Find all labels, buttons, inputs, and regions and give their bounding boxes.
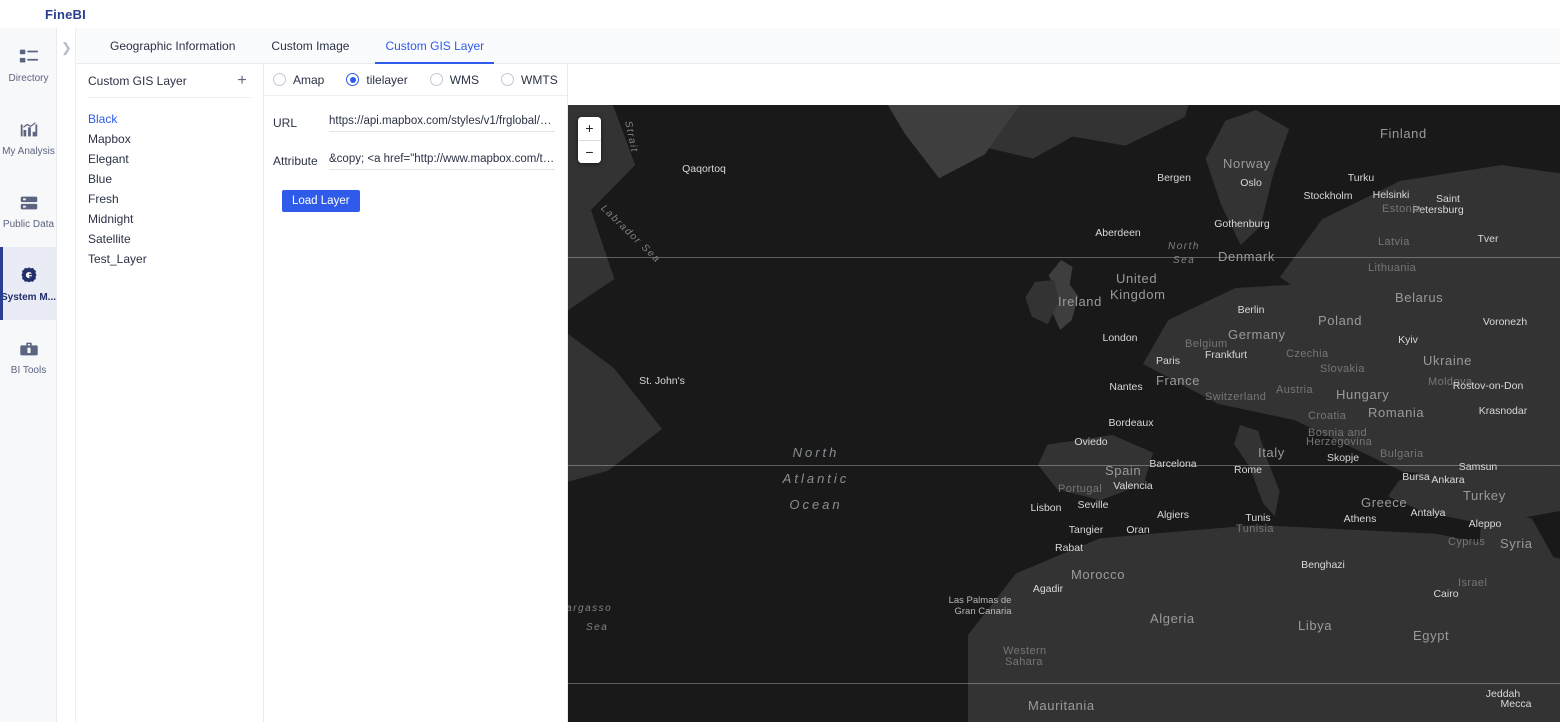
map-label: Nantes [1109, 381, 1143, 393]
map-label: Seville [1077, 499, 1109, 511]
database-icon [18, 192, 40, 214]
layer-type-radio-group: Amap tilelayer WMS WMTS [264, 64, 567, 96]
tab-geographic-information[interactable]: Geographic Information [92, 28, 253, 64]
analysis-chart-icon [18, 119, 40, 141]
top-bar: FineBI [0, 0, 1560, 28]
load-layer-button[interactable]: Load Layer [282, 190, 360, 212]
zoom-out-button[interactable]: − [578, 140, 601, 163]
map-label: Barcelona [1149, 458, 1197, 470]
radio-label: WMTS [521, 72, 558, 87]
sidebar-item-system-m[interactable]: System M... [0, 247, 57, 320]
layer-panel-title: Custom GIS Layer [88, 73, 187, 88]
radio-wms[interactable]: WMS [429, 72, 480, 87]
layer-panel-header: Custom GIS Layer + [88, 64, 251, 98]
list-item[interactable]: Satellite [88, 229, 251, 249]
map-landmass [1234, 425, 1280, 517]
list-item[interactable]: Mapbox [88, 129, 251, 149]
map-preview[interactable]: Strait Qaqortoq Labrador Sea St. John's Nort… [568, 105, 1560, 722]
map-label: Tangier [1068, 524, 1104, 536]
radio-dot-icon [429, 73, 443, 86]
map-label: Bergen [1157, 172, 1191, 184]
map-label: Skopje [1326, 452, 1360, 464]
sidebar-item-bi-tools[interactable]: BI Tools [0, 320, 57, 393]
map-landmass [1038, 435, 1154, 501]
tab-custom-gis-layer[interactable]: Custom GIS Layer [367, 28, 502, 64]
radio-label: Amap [293, 72, 325, 87]
radio-dot-icon [501, 73, 515, 86]
url-field-row: URL [273, 114, 555, 132]
layer-list: Black Mapbox Elegant Blue Fresh Midnight Satel… [88, 98, 251, 269]
map-graticule-line [568, 257, 1560, 258]
radio-wmts[interactable]: WMTS [501, 73, 558, 87]
list-item[interactable]: Elegant [88, 149, 251, 169]
map-label: North [792, 445, 840, 460]
map-label: Algiers [1156, 509, 1190, 521]
sidebar-item-my-analysis[interactable]: My Analysis [0, 101, 57, 174]
finebi-app: FineBI Directory My Analysis Public Data Sy… [0, 0, 1560, 722]
map-label: North [1168, 241, 1200, 252]
radio-label: tilelayer [366, 72, 408, 87]
map-zoom-controls: + − [578, 117, 601, 163]
sidebar-item-public-data[interactable]: Public Data [0, 174, 57, 247]
tab-bar: Geographic Information Custom Image Custom… [76, 28, 1560, 64]
toolbox-icon [18, 338, 40, 360]
map-label: United [1116, 271, 1158, 286]
sidebar-item-label: Directory [8, 72, 49, 84]
attribute-field-row: Attribute [273, 152, 555, 170]
chevron-right-icon[interactable]: ❯ [61, 40, 75, 56]
map-landmass [968, 525, 1560, 722]
map-label: London [1102, 332, 1138, 344]
map-landmass [568, 315, 662, 496]
map-label: Athens [1343, 513, 1377, 525]
map-label: St. John's [639, 375, 685, 387]
map-label: Qaqortoq [682, 163, 726, 175]
url-label: URL [273, 116, 298, 130]
map-landmass [1205, 110, 1290, 245]
list-item[interactable]: Fresh [88, 189, 251, 209]
map-label: Aberdeen [1095, 227, 1141, 239]
map-label: Bordeaux [1108, 417, 1154, 429]
map-label: Tunis [1245, 512, 1271, 524]
map-label: Stockholm [1303, 190, 1353, 202]
map-graticule-line [568, 465, 1560, 466]
map-label: Atlantic [782, 471, 850, 486]
list-item[interactable]: Test_Layer [88, 249, 251, 269]
sidebar-item-label: Public Data [2, 218, 55, 230]
sidebar-item-label: System M... [0, 291, 57, 303]
app-logo: FineBI [45, 6, 86, 22]
left-nav-rail: Directory My Analysis Public Data System M.… [0, 28, 57, 722]
sidebar-item-label: My Analysis [2, 145, 55, 157]
map-label: Lisbon [1030, 502, 1062, 514]
sidebar-item-directory[interactable]: Directory [0, 28, 57, 101]
map-label: Sea [586, 622, 609, 633]
list-item[interactable]: Black [88, 109, 251, 129]
list-item[interactable]: Midnight [88, 209, 251, 229]
radio-dot-icon [273, 73, 286, 86]
radio-tilelayer[interactable]: tilelayer [346, 72, 408, 87]
radio-label: WMS [449, 72, 480, 87]
map-label: Sargasso [568, 603, 613, 614]
sidebar-item-label: BI Tools [10, 364, 47, 376]
layer-fields: URL Attribute Load Layer [264, 96, 567, 212]
gear-icon [18, 265, 40, 287]
url-input[interactable] [329, 114, 555, 132]
attribute-input[interactable] [329, 152, 555, 170]
directory-icon [18, 46, 40, 68]
custom-gis-layer-panel: Custom GIS Layer + Black Mapbox Elegant Blu… [76, 64, 264, 722]
panel-collapse-column: ❯ [57, 28, 76, 722]
tab-custom-image[interactable]: Custom Image [253, 28, 367, 64]
plus-icon[interactable]: + [233, 72, 251, 90]
map-label: Turku [1347, 172, 1375, 184]
zoom-in-button[interactable]: + [578, 117, 601, 140]
map-label: Oran [1126, 524, 1150, 536]
radio-dot-icon [346, 73, 360, 86]
radio-amap[interactable]: Amap [273, 73, 324, 87]
map-label: Kingdom [1110, 287, 1166, 302]
map-graticule-line [568, 683, 1560, 684]
map-label: Finland [1380, 126, 1427, 141]
list-item[interactable]: Blue [88, 169, 251, 189]
attribute-label: Attribute [273, 154, 318, 168]
map-label: Ocean [789, 497, 843, 512]
layer-config-panel: Amap tilelayer WMS WMTS URL Attribute Load … [264, 64, 568, 722]
